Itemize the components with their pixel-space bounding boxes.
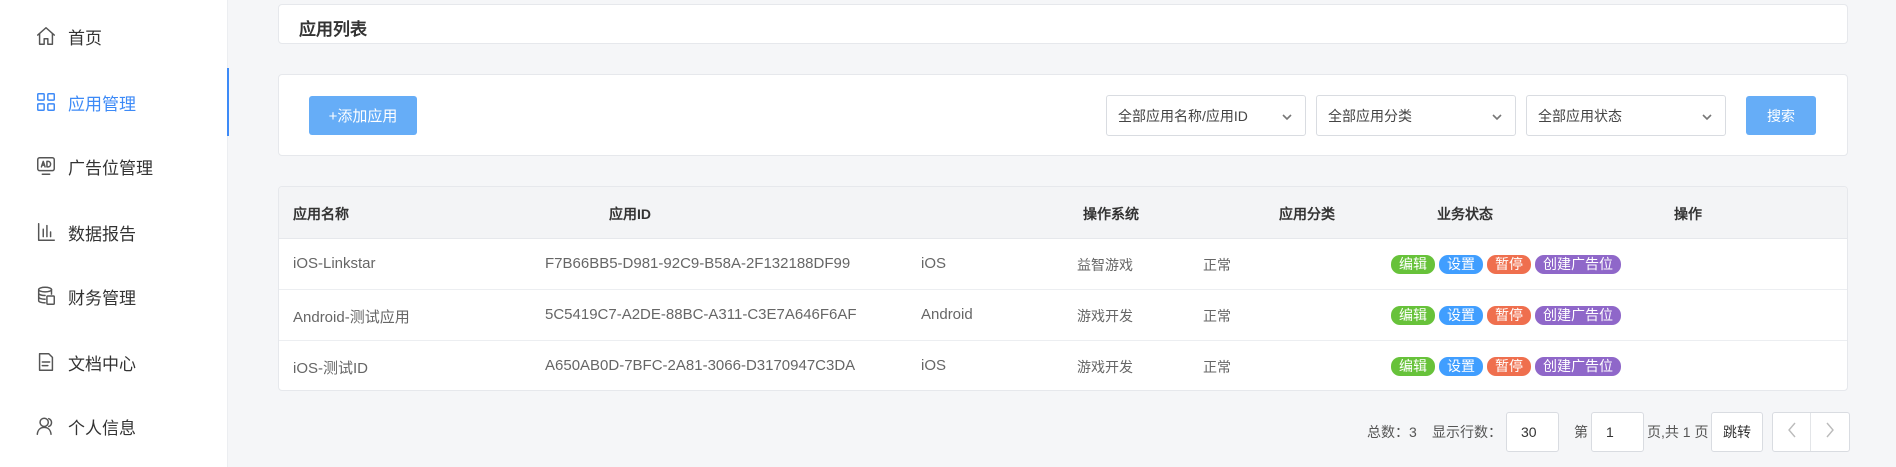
sidebar-item-label: 应用管理 bbox=[68, 94, 136, 114]
sidebar-item-docs[interactable]: 文档中心 bbox=[0, 340, 228, 384]
cell-app-name: Android-测试应用 bbox=[293, 309, 410, 326]
database-icon bbox=[34, 284, 58, 308]
app-status-select-value: 全部应用状态 bbox=[1538, 107, 1622, 124]
table-row: iOS-测试ID A650AB0D-7BFC-2A81-3066-D317094… bbox=[279, 341, 1847, 390]
cell-os: iOS bbox=[921, 357, 947, 374]
sidebar-item-data-reports[interactable]: 数据报告 bbox=[0, 210, 228, 254]
edit-button[interactable]: 编辑 bbox=[1391, 255, 1435, 274]
app-category-select-value: 全部应用分类 bbox=[1328, 107, 1412, 124]
cell-app-id: F7B66BB5-D981-92C9-B58A-2F132188DF99 bbox=[545, 255, 851, 272]
table-row: iOS-Linkstar F7B66BB5-D981-92C9-B58A-2F1… bbox=[279, 239, 1847, 290]
sidebar-item-label: 广告位管理 bbox=[68, 158, 153, 178]
cell-os: Android bbox=[921, 306, 973, 323]
sidebar-item-finance[interactable]: 财务管理 bbox=[0, 274, 228, 318]
document-icon bbox=[34, 350, 58, 374]
cell-status: 正常 bbox=[1203, 359, 1231, 375]
column-header-os: 操作系统 bbox=[1083, 206, 1139, 222]
chevron-down-icon bbox=[1701, 110, 1713, 122]
column-header-app-id: 应用ID bbox=[609, 206, 651, 222]
cell-app-name: iOS-测试ID bbox=[293, 360, 369, 377]
pause-button[interactable]: 暂停 bbox=[1487, 357, 1531, 376]
add-app-button[interactable]: +添加应用 bbox=[309, 96, 417, 135]
app-name-select[interactable]: 全部应用名称/应用ID bbox=[1106, 95, 1306, 136]
sidebar-item-label: 个人信息 bbox=[68, 418, 136, 438]
sidebar-item-home[interactable]: 首页 bbox=[0, 14, 228, 58]
prev-page-button[interactable] bbox=[1773, 413, 1812, 451]
user-icon bbox=[34, 414, 58, 438]
cell-app-id: 5C5419C7-A2DE-88BC-A311-C3E7A646F6AF bbox=[545, 306, 857, 323]
create-ad-slot-button[interactable]: 创建广告位 bbox=[1535, 255, 1621, 274]
app-name-select-value: 全部应用名称/应用ID bbox=[1118, 107, 1248, 124]
column-header-category: 应用分类 bbox=[1279, 206, 1335, 222]
filter-bar: +添加应用 全部应用名称/应用ID 全部应用分类 全部应用状态 搜索 bbox=[278, 74, 1848, 156]
rows-per-page-label: 显示行数： bbox=[1432, 424, 1502, 440]
cell-category: 游戏开发 bbox=[1077, 359, 1133, 375]
settings-button[interactable]: 设置 bbox=[1439, 306, 1483, 325]
page-nav bbox=[1772, 412, 1850, 452]
cell-category: 益智游戏 bbox=[1077, 257, 1133, 273]
page-number-input[interactable]: 1 bbox=[1591, 412, 1644, 452]
jump-button[interactable]: 跳转 bbox=[1711, 412, 1763, 452]
sidebar-item-label: 财务管理 bbox=[68, 288, 136, 308]
app-category-select[interactable]: 全部应用分类 bbox=[1316, 95, 1516, 136]
page-title: 应用列表 bbox=[299, 20, 367, 39]
column-header-status: 业务状态 bbox=[1437, 206, 1493, 222]
sidebar-item-profile[interactable]: 个人信息 bbox=[0, 404, 228, 448]
app-status-select[interactable]: 全部应用状态 bbox=[1526, 95, 1726, 136]
create-ad-slot-button[interactable]: 创建广告位 bbox=[1535, 306, 1621, 325]
rows-per-page-input[interactable]: 30 bbox=[1506, 412, 1559, 452]
sidebar-item-app-management[interactable]: 应用管理 bbox=[0, 68, 229, 136]
row-actions: 编辑 设置 暂停 创建广告位 bbox=[1391, 357, 1621, 376]
edit-button[interactable]: 编辑 bbox=[1391, 306, 1435, 325]
cell-status: 正常 bbox=[1203, 257, 1231, 273]
page-title-card: 应用列表 bbox=[278, 4, 1848, 44]
sidebar-item-label: 文档中心 bbox=[68, 354, 136, 374]
sidebar-item-label: 首页 bbox=[68, 28, 102, 48]
sidebar: 首页 应用管理 广告位管理 数据报告 财务管理 文档中心 个人信息 bbox=[0, 0, 229, 467]
create-ad-slot-button[interactable]: 创建广告位 bbox=[1535, 357, 1621, 376]
row-actions: 编辑 设置 暂停 创建广告位 bbox=[1391, 255, 1621, 274]
sidebar-item-label: 数据报告 bbox=[68, 224, 136, 244]
cell-status: 正常 bbox=[1203, 308, 1231, 324]
column-header-actions: 操作 bbox=[1674, 206, 1702, 222]
cell-category: 游戏开发 bbox=[1077, 308, 1133, 324]
page-prefix-label: 第 bbox=[1574, 424, 1588, 440]
cell-app-name: iOS-Linkstar bbox=[293, 255, 376, 272]
table-header: 应用名称 应用ID 操作系统 应用分类 业务状态 操作 bbox=[279, 187, 1847, 239]
total-count: 总数：3 bbox=[1367, 424, 1417, 440]
pause-button[interactable]: 暂停 bbox=[1487, 306, 1531, 325]
bar-chart-icon bbox=[34, 220, 58, 244]
settings-button[interactable]: 设置 bbox=[1439, 255, 1483, 274]
cell-os: iOS bbox=[921, 255, 947, 272]
search-button[interactable]: 搜索 bbox=[1746, 96, 1816, 135]
page-total-label: 页,共 1 页 bbox=[1647, 424, 1709, 440]
home-icon bbox=[34, 24, 58, 48]
ad-icon bbox=[34, 154, 58, 178]
chevron-down-icon bbox=[1491, 110, 1503, 122]
app-table: 应用名称 应用ID 操作系统 应用分类 业务状态 操作 iOS-Linkstar… bbox=[278, 186, 1848, 391]
column-header-app-name: 应用名称 bbox=[293, 206, 349, 222]
settings-button[interactable]: 设置 bbox=[1439, 357, 1483, 376]
row-actions: 编辑 设置 暂停 创建广告位 bbox=[1391, 306, 1621, 325]
cell-app-id: A650AB0D-7BFC-2A81-3066-D3170947C3DA bbox=[545, 357, 856, 374]
next-page-button[interactable] bbox=[1811, 413, 1849, 451]
chevron-down-icon bbox=[1281, 110, 1293, 122]
pause-button[interactable]: 暂停 bbox=[1487, 255, 1531, 274]
chevron-left-icon bbox=[1786, 422, 1798, 443]
edit-button[interactable]: 编辑 bbox=[1391, 357, 1435, 376]
table-row: Android-测试应用 5C5419C7-A2DE-88BC-A311-C3E… bbox=[279, 290, 1847, 341]
sidebar-item-ad-slots[interactable]: 广告位管理 bbox=[0, 144, 228, 188]
grid-icon bbox=[34, 90, 58, 114]
chevron-right-icon bbox=[1824, 422, 1836, 443]
